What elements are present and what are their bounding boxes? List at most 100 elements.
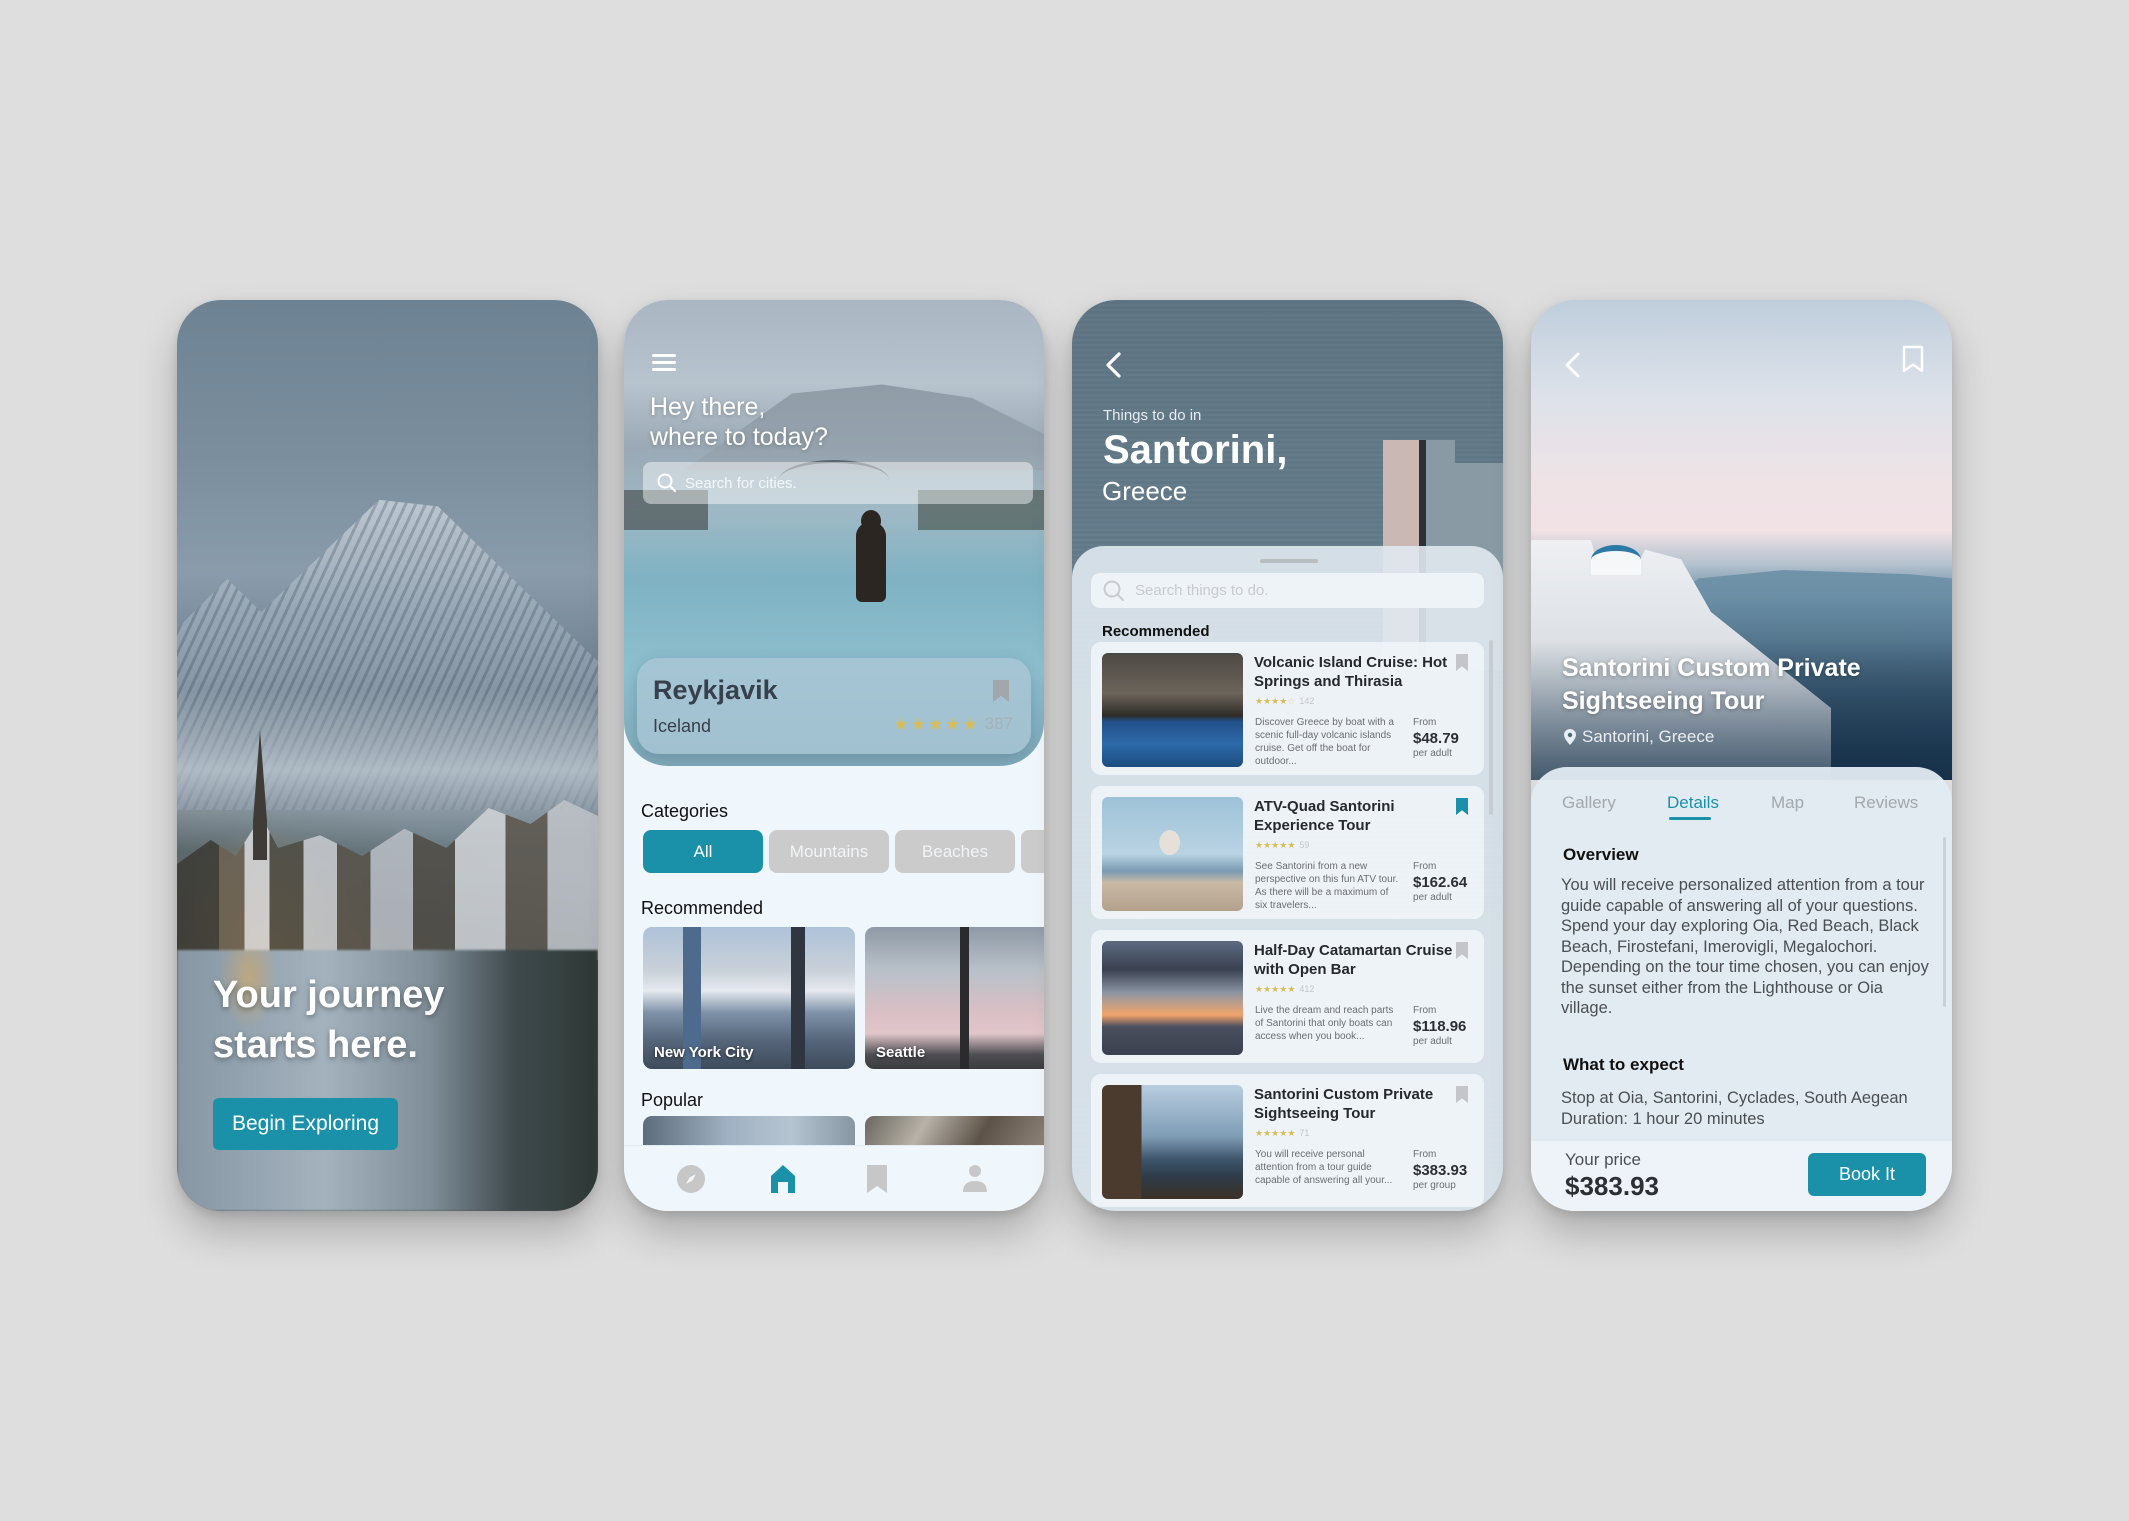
star-icon: ★ — [1287, 1127, 1296, 1138]
activity-image — [1102, 1085, 1243, 1199]
tab-reviews[interactable]: Reviews — [1854, 793, 1918, 813]
price-unit: per adult — [1413, 892, 1452, 903]
activity-description: You will receive personal attention from… — [1255, 1149, 1393, 1186]
star-icon: ★ — [1279, 839, 1288, 850]
person-shape — [856, 522, 886, 602]
recommended-card-new-york[interactable]: New York City — [643, 927, 855, 1069]
activity-image — [1102, 941, 1243, 1055]
city-search-bar[interactable] — [643, 462, 1033, 504]
star-icon: ★ — [1279, 1127, 1288, 1138]
activity-image — [1102, 653, 1243, 767]
hamburger-menu-icon[interactable] — [652, 354, 676, 372]
activity-card[interactable]: Santorini Custom Private Sightseeing Tou… — [1091, 1074, 1484, 1207]
search-icon — [1103, 580, 1124, 601]
activity-title: ATV-Quad Santorini Experience Tour — [1254, 798, 1395, 834]
price-label: Your price — [1565, 1150, 1641, 1169]
what-to-expect-text: Stop at Oia, Santorini, Cyclades, South … — [1561, 1088, 1931, 1129]
profile-icon[interactable] — [960, 1164, 990, 1194]
page-title-country: Greece — [1102, 476, 1188, 506]
home-icon[interactable] — [768, 1164, 798, 1194]
from-label: From — [1413, 1005, 1437, 1016]
review-count: 412 — [1299, 984, 1315, 994]
booking-bar: Your price $383.93 Book It — [1531, 1141, 1952, 1211]
star-icon: ★ — [1255, 839, 1264, 850]
star-icon: ★ — [945, 714, 961, 734]
begin-exploring-button[interactable]: Begin Exploring — [213, 1098, 398, 1150]
star-icon: ★ — [1263, 839, 1272, 850]
activity-search-bar[interactable] — [1091, 573, 1484, 608]
popular-heading: Popular — [641, 1090, 704, 1110]
activity-price: $383.93 — [1413, 1162, 1468, 1179]
bookmark-icon[interactable] — [862, 1164, 892, 1194]
tab-map[interactable]: Map — [1771, 793, 1804, 813]
tab-details[interactable]: Details — [1667, 793, 1719, 813]
things-to-do-screen: Things to do in Santorini, Greece Recomm… — [1072, 300, 1503, 1211]
welcome-title-line1: Your journey — [213, 974, 445, 1016]
activity-title: Volcanic Island Cruise: Hot Springs and … — [1254, 654, 1448, 690]
page-subtitle: Things to do in — [1103, 407, 1202, 424]
review-count: 59 — [1299, 840, 1310, 850]
greeting-line2: where to today? — [650, 423, 828, 451]
active-tab-indicator — [1669, 817, 1711, 820]
activities-sheet: Recommended Volcanic Island Cruise: Hot … — [1072, 546, 1503, 1211]
bookmark-icon[interactable] — [1456, 942, 1468, 959]
bookmark-outline-icon[interactable] — [1902, 345, 1924, 373]
star-icon: ★ — [1263, 695, 1272, 706]
star-icon: ★ — [1279, 983, 1288, 994]
bookmark-icon[interactable] — [993, 680, 1009, 702]
overview-heading: Overview — [1563, 845, 1639, 864]
bottom-navigation — [624, 1145, 1044, 1211]
price-unit: per adult — [1413, 1036, 1452, 1047]
scrollbar[interactable] — [1489, 640, 1493, 815]
tour-location: Santorini, Greece — [1564, 727, 1714, 747]
bookmark-filled-icon[interactable] — [1456, 798, 1468, 815]
drag-handle[interactable] — [1260, 559, 1318, 563]
compass-icon[interactable] — [676, 1164, 706, 1194]
category-mountains[interactable]: Mountains — [769, 830, 889, 873]
hero-image: Hey there, where to today? Reykjavik Ice… — [624, 300, 1044, 766]
star-icon: ★ — [962, 714, 978, 734]
star-icon: ★ — [910, 714, 926, 734]
activity-rating: ★ ★ ★ ★ ★ 412 — [1255, 984, 1314, 994]
scrollbar[interactable] — [1943, 837, 1946, 1007]
star-icon: ★ — [1271, 839, 1280, 850]
star-icon: ★ — [893, 714, 909, 734]
category-all[interactable]: All — [643, 830, 763, 873]
welcome-title: Your journey starts here. — [213, 970, 445, 1070]
tab-gallery[interactable]: Gallery — [1562, 793, 1616, 813]
location-text: Santorini, Greece — [1582, 727, 1715, 746]
card-label: Seattle — [876, 1044, 926, 1061]
review-count: 387 — [984, 714, 1013, 733]
expect-duration: Duration: 1 hour 20 minutes — [1561, 1109, 1765, 1128]
back-arrow-icon[interactable] — [1102, 350, 1128, 380]
activity-title: Santorini Custom Private Sightseeing Tou… — [1254, 1086, 1434, 1122]
back-arrow-icon[interactable] — [1561, 350, 1587, 380]
activity-search-input[interactable] — [1135, 582, 1465, 599]
activity-rating: ★ ★ ★ ★ ★ 71 — [1255, 1128, 1309, 1138]
page-title-city: Santorini, — [1103, 428, 1288, 472]
book-it-button[interactable]: Book It — [1808, 1153, 1926, 1196]
featured-country: Iceland — [653, 716, 712, 736]
category-more[interactable] — [1021, 830, 1044, 873]
bookmark-icon[interactable] — [1456, 1086, 1468, 1103]
tour-details-screen: Santorini Custom Private Sightseeing Tou… — [1531, 300, 1952, 1211]
activity-card[interactable]: Half-Day Catamartan Cruise with Open Bar… — [1091, 930, 1484, 1063]
city-search-input[interactable] — [685, 474, 1015, 492]
activity-card[interactable]: ATV-Quad Santorini Experience Tour ★ ★ ★ ★ ★… — [1091, 786, 1484, 919]
review-count: 142 — [1299, 696, 1315, 706]
star-icon: ★ — [1255, 695, 1264, 706]
bookmark-icon[interactable] — [1456, 654, 1468, 671]
star-icon: ★ — [1287, 983, 1296, 994]
featured-destination-card[interactable]: Reykjavik Iceland ★ ★ ★ ★ ★ 387 — [637, 658, 1031, 754]
categories-heading: Categories — [641, 801, 729, 821]
activity-card[interactable]: Volcanic Island Cruise: Hot Springs and … — [1091, 642, 1484, 775]
activity-description: Live the dream and reach parts of Santor… — [1255, 1005, 1394, 1042]
total-price: $383.93 — [1565, 1171, 1659, 1201]
activity-image — [1102, 797, 1243, 911]
home-screen: Hey there, where to today? Reykjavik Ice… — [624, 300, 1044, 1211]
activity-rating: ★ ★ ★ ★ ★ 59 — [1255, 840, 1309, 850]
activity-description: See Santorini from a new perspective on … — [1255, 861, 1399, 911]
recommended-card-seattle[interactable]: Seattle — [865, 927, 1044, 1069]
review-count: 71 — [1299, 1128, 1310, 1138]
category-beaches[interactable]: Beaches — [895, 830, 1015, 873]
